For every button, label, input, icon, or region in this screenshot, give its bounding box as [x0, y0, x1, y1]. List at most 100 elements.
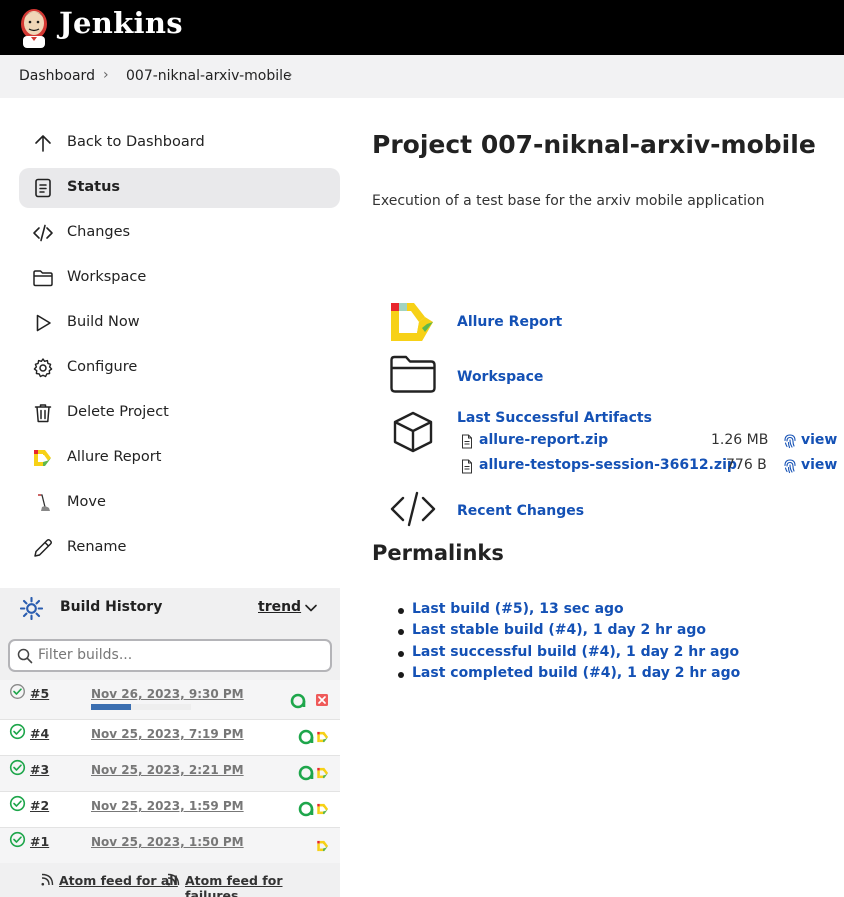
jenkins-logo-icon[interactable] — [18, 6, 50, 48]
allure-testops-icon[interactable] — [297, 764, 315, 782]
play-icon — [36, 314, 51, 332]
permalink-last-completed-build[interactable]: Last completed build (#4), 1 day 2 hr ag… — [412, 665, 740, 681]
artifact-view-link[interactable]: view — [801, 432, 837, 448]
trash-icon — [34, 404, 52, 423]
atom-feed-all-link[interactable]: Atom feed for all — [59, 873, 178, 888]
artifact-row: allure-report.zip 1.26 MB view — [461, 432, 841, 452]
page-header: Jenkins — [0, 0, 844, 55]
build-date-link[interactable]: Nov 25, 2023, 1:59 PM — [91, 799, 244, 813]
build-date-link[interactable]: Nov 25, 2023, 2:21 PM — [91, 763, 244, 777]
allure-icon[interactable] — [316, 730, 330, 744]
permalink-last-build[interactable]: Last build (#5), 13 sec ago — [412, 601, 624, 617]
permalink-last-successful-build[interactable]: Last successful build (#4), 1 day 2 hr a… — [412, 644, 739, 660]
build-history-title: Build History — [60, 599, 163, 615]
artifact-name-link[interactable]: allure-testops-session-36612.zip — [479, 457, 737, 473]
build-number-link[interactable]: #2 — [30, 798, 49, 813]
build-history-footer: Atom feed for all Atom feed for failures — [0, 863, 340, 897]
task-status[interactable]: Status — [19, 168, 340, 208]
success-icon — [9, 759, 26, 776]
code-icon — [33, 224, 53, 242]
task-back-to-dashboard[interactable]: Back to Dashboard — [19, 123, 340, 163]
task-move[interactable]: Move — [19, 483, 340, 523]
folder-icon[interactable] — [389, 354, 437, 394]
breadcrumb-chevron-icon[interactable]: › — [103, 67, 109, 83]
fingerprint-icon[interactable] — [783, 433, 797, 449]
breadcrumb-project[interactable]: 007-niknal-arxiv-mobile — [126, 68, 292, 84]
allure-icon[interactable] — [316, 839, 330, 853]
package-icon — [393, 411, 433, 453]
breadcrumb: Dashboard › 007-niknal-arxiv-mobile › — [0, 55, 844, 98]
build-row: #1 Nov 25, 2023, 1:50 PM — [0, 828, 340, 863]
allure-testops-icon[interactable] — [297, 800, 315, 818]
task-label: Rename — [67, 539, 127, 555]
folder-icon — [33, 270, 53, 287]
breadcrumb-chevron-icon[interactable]: › — [287, 67, 293, 83]
build-date-link[interactable]: Nov 26, 2023, 9:30 PM — [91, 687, 244, 701]
allure-icon[interactable] — [389, 302, 435, 342]
artifact-row: allure-testops-session-36612.zip 776 B v… — [461, 457, 841, 477]
trend-link[interactable]: trend — [258, 599, 301, 615]
artifact-size: 776 B — [726, 457, 767, 473]
workspace-link[interactable]: Workspace — [457, 369, 543, 385]
filter-builds-input[interactable] — [38, 647, 318, 663]
task-configure[interactable]: Configure — [19, 348, 340, 388]
allure-icon[interactable] — [316, 766, 330, 780]
page-title: Project 007-niknal-arxiv-mobile — [372, 130, 816, 159]
build-progress-bar[interactable] — [91, 704, 191, 710]
document-icon — [35, 178, 51, 198]
rss-icon — [41, 873, 54, 886]
allure-testops-icon[interactable] — [289, 692, 307, 710]
task-delete-project[interactable]: Delete Project — [19, 393, 340, 433]
build-number-link[interactable]: #3 — [30, 762, 49, 777]
pencil-icon — [34, 539, 52, 557]
abort-icon[interactable] — [308, 692, 330, 710]
rss-icon — [167, 873, 180, 886]
success-icon — [9, 795, 26, 812]
build-date-link[interactable]: Nov 25, 2023, 7:19 PM — [91, 727, 244, 741]
task-label: Allure Report — [67, 449, 162, 465]
success-icon — [9, 831, 26, 848]
task-rename[interactable]: Rename — [19, 528, 340, 568]
jenkins-title[interactable]: Jenkins — [59, 6, 183, 40]
file-icon — [462, 434, 472, 449]
build-progress-fill — [91, 704, 131, 710]
move-icon — [38, 494, 50, 511]
chevron-down-icon[interactable] — [304, 601, 318, 615]
task-label: Status — [67, 179, 121, 195]
allure-testops-icon[interactable] — [297, 728, 315, 746]
atom-feed-failures-link[interactable]: Atom feed for failures — [185, 873, 340, 897]
task-build-now[interactable]: Build Now — [19, 303, 340, 343]
search-icon — [17, 648, 33, 664]
bullet — [398, 629, 404, 635]
task-label: Changes — [67, 224, 131, 240]
build-row: #3 Nov 25, 2023, 2:21 PM — [0, 756, 340, 792]
artifact-name-link[interactable]: allure-report.zip — [479, 432, 608, 448]
build-number-link[interactable]: #1 — [30, 834, 49, 849]
gear-icon — [33, 358, 53, 378]
bullet — [398, 651, 404, 657]
last-successful-artifacts-link[interactable]: Last Successful Artifacts — [457, 410, 652, 426]
allure-icon — [34, 450, 51, 466]
allure-report-link[interactable]: Allure Report — [457, 314, 562, 330]
task-changes[interactable]: Changes — [19, 213, 340, 253]
artifact-size: 1.26 MB — [711, 432, 769, 448]
build-date-link[interactable]: Nov 25, 2023, 1:50 PM — [91, 835, 244, 849]
build-history-icon — [20, 597, 43, 620]
task-allure-report[interactable]: Allure Report — [19, 438, 340, 478]
breadcrumb-dashboard[interactable]: Dashboard — [19, 68, 95, 84]
fingerprint-icon[interactable] — [783, 458, 797, 474]
task-label: Build Now — [67, 314, 140, 330]
task-label: Workspace — [67, 269, 147, 285]
allure-icon[interactable] — [316, 802, 330, 816]
task-workspace[interactable]: Workspace — [19, 258, 340, 298]
filter-builds-box — [8, 639, 332, 672]
task-label: Delete Project — [67, 404, 169, 420]
task-label: Back to Dashboard — [67, 134, 205, 150]
build-number-link[interactable]: #4 — [30, 726, 49, 741]
build-running-icon — [9, 683, 26, 700]
build-row: #5 Nov 26, 2023, 9:30 PM — [0, 680, 340, 720]
permalink-last-stable-build[interactable]: Last stable build (#4), 1 day 2 hr ago — [412, 622, 706, 638]
artifact-view-link[interactable]: view — [801, 457, 837, 473]
recent-changes-link[interactable]: Recent Changes — [457, 503, 584, 519]
build-number-link[interactable]: #5 — [30, 686, 49, 701]
